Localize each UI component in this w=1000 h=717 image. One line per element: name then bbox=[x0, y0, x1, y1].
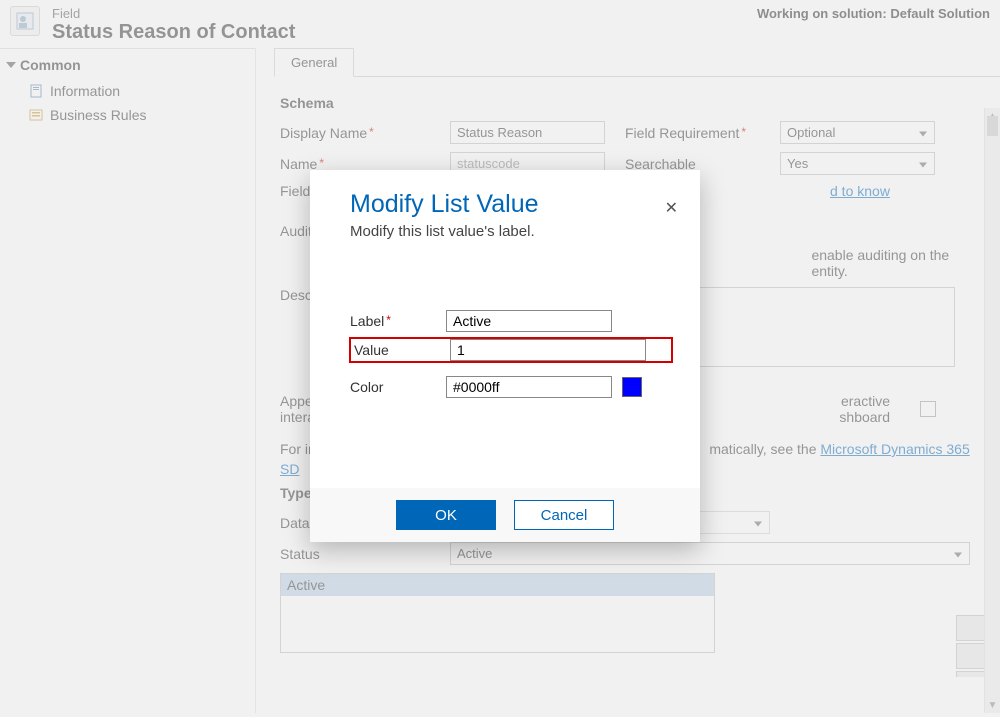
list-item[interactable]: Active bbox=[281, 574, 714, 596]
ok-button[interactable]: OK bbox=[396, 500, 496, 530]
auditing-note: enable auditing on the entity. bbox=[811, 247, 970, 279]
sidebar: Common Information Business Rules bbox=[0, 48, 255, 713]
sidebar-item-information[interactable]: Information bbox=[0, 79, 255, 103]
dialog-title: Modify List Value bbox=[350, 190, 672, 219]
cancel-button[interactable]: Cancel bbox=[514, 500, 614, 530]
label-modal-value: Value bbox=[350, 342, 450, 358]
label-display-name: Display Name bbox=[280, 125, 450, 141]
label-field-requirement: Field Requirement bbox=[625, 125, 780, 141]
display-name-input[interactable] bbox=[450, 121, 605, 144]
entity-icon bbox=[10, 6, 40, 36]
tab-general[interactable]: General bbox=[274, 48, 354, 77]
rules-icon bbox=[28, 107, 44, 123]
label-modal-label: Label bbox=[350, 313, 446, 329]
field-requirement-select[interactable]: Optional bbox=[780, 121, 935, 144]
working-on-solution: Working on solution: Default Solution bbox=[757, 6, 990, 21]
dashboard-checkbox[interactable] bbox=[920, 401, 936, 417]
scroll-thumb[interactable] bbox=[987, 116, 998, 136]
label-modal-color: Color bbox=[350, 379, 446, 395]
sidebar-item-business-rules[interactable]: Business Rules bbox=[0, 103, 255, 127]
section-schema: Schema bbox=[280, 95, 970, 111]
sidebar-item-label: Business Rules bbox=[50, 107, 147, 123]
label-status: Status bbox=[280, 546, 450, 562]
chevron-down-icon bbox=[6, 62, 16, 68]
page-icon bbox=[28, 83, 44, 99]
vertical-scrollbar[interactable]: ▲ ▼ bbox=[984, 108, 1000, 713]
searchable-select[interactable]: Yes bbox=[780, 152, 935, 175]
modify-list-value-dialog: ✕ Modify List Value Modify this list val… bbox=[310, 170, 700, 542]
header-title: Status Reason of Contact bbox=[52, 21, 757, 44]
header-supertitle: Field bbox=[52, 6, 757, 21]
status-select[interactable]: Active bbox=[450, 542, 970, 565]
scroll-down-icon[interactable]: ▼ bbox=[985, 697, 1000, 713]
label-input[interactable] bbox=[446, 310, 612, 332]
dialog-subtitle: Modify this list value's label. bbox=[350, 223, 672, 240]
options-list[interactable]: Active bbox=[280, 573, 715, 653]
sidebar-item-label: Information bbox=[50, 83, 120, 99]
need-to-know-link[interactable]: d to know bbox=[830, 183, 890, 199]
sidebar-section-common[interactable]: Common bbox=[0, 51, 255, 79]
info-mid: matically, see the bbox=[709, 441, 820, 457]
color-input[interactable] bbox=[446, 376, 612, 398]
close-icon[interactable]: ✕ bbox=[665, 198, 678, 218]
color-swatch[interactable] bbox=[622, 377, 642, 397]
value-input[interactable] bbox=[450, 339, 646, 361]
